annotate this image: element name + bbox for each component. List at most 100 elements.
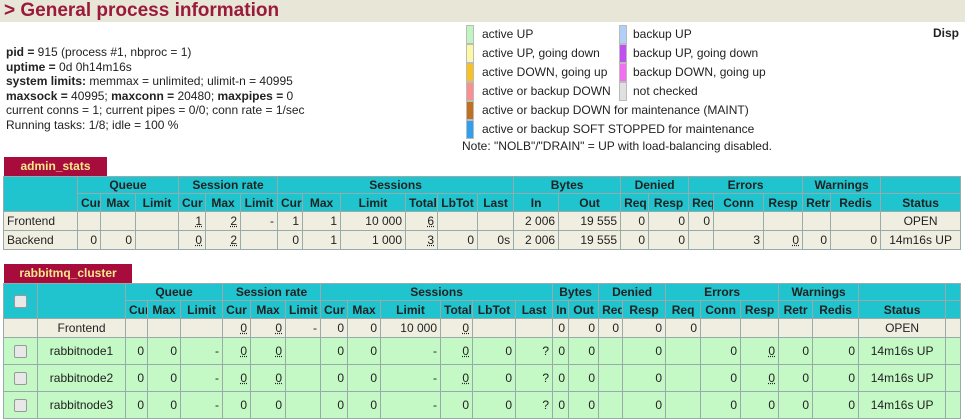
column-header-status[interactable]: Status [858, 300, 947, 319]
group-header-bytes: Bytes [513, 176, 622, 194]
server-checkbox[interactable] [14, 345, 27, 359]
column-header-cur[interactable]: Cur [222, 300, 251, 319]
cell-value: 0 [467, 233, 474, 247]
proxy-tab-rabbitmq-cluster[interactable]: rabbitmq_cluster [4, 264, 132, 283]
column-header-retr[interactable]: Retr [802, 193, 832, 212]
row-checkbox-cell [3, 391, 38, 419]
stat-cell: 0 [147, 337, 181, 365]
column-header-max[interactable]: Max [100, 193, 136, 212]
column-header-req[interactable]: Req [598, 300, 624, 319]
stat-cell: 2 [205, 211, 241, 231]
column-header-limit[interactable]: Limit [380, 300, 441, 319]
stat-cell [514, 318, 554, 338]
column-header-req[interactable]: Req [688, 193, 715, 212]
cell-value: 10 000 [365, 214, 402, 228]
column-header-max[interactable]: Max [250, 300, 286, 319]
column-header-max[interactable]: Max [302, 193, 341, 212]
column-header-lbtot[interactable]: LbTot [437, 193, 478, 212]
cell-value: 0 [275, 321, 282, 335]
cell-value: 0 [370, 344, 377, 358]
column-header-redis[interactable]: Redis [830, 193, 882, 212]
column-header-out[interactable]: Out [568, 300, 600, 319]
maxconn-label: maxconn = [111, 88, 178, 103]
column-header-cur[interactable]: Cur [178, 193, 206, 212]
column-header-retr[interactable]: Retr [778, 300, 814, 319]
stat-cell: 0 [552, 337, 570, 365]
column-header-in[interactable]: In [552, 300, 570, 319]
legend-item: active or backup DOWN for maintenance (M… [466, 101, 749, 120]
proxy-name[interactable]: rabbitnode1 [37, 337, 126, 365]
column-header-req[interactable]: Req [665, 300, 702, 319]
cell-value: 0 [588, 398, 596, 412]
proxy-name[interactable]: Frontend [3, 211, 78, 231]
stat-cell: 0 [622, 391, 667, 419]
column-header-cur[interactable]: Cur [77, 193, 101, 212]
stat-cell [180, 318, 223, 338]
column-header-conn[interactable]: Conn [700, 300, 742, 319]
legend-item: active UP [466, 25, 533, 44]
stat-cell [665, 364, 702, 392]
stat-cell: 19 555 [558, 211, 622, 231]
column-header-redis[interactable]: Redis [812, 300, 860, 319]
stat-cell: 0 [598, 318, 624, 338]
column-header-max[interactable]: Max [347, 300, 381, 319]
cell-value: 0 [195, 233, 202, 247]
stat-cell: 0 [620, 230, 650, 250]
server-checkbox[interactable] [14, 372, 27, 386]
column-header-last[interactable]: Last [476, 193, 515, 212]
status-cell: 14m16s UP [858, 337, 947, 365]
maxconn-value: 20480; [177, 88, 218, 103]
column-header-limit[interactable]: Limit [180, 300, 223, 319]
cell-value: 0 [802, 371, 810, 385]
column-header-resp[interactable]: Resp [648, 193, 690, 212]
legend-label: not checked [633, 84, 698, 98]
stat-cell [598, 364, 624, 392]
column-header-max[interactable]: Max [147, 300, 181, 319]
proxy-name[interactable]: Frontend [37, 318, 126, 338]
stat-cell: 1 [302, 230, 341, 250]
group-header-sessions: Sessions [276, 176, 515, 194]
proxy-tab-admin-stats[interactable]: admin_stats [4, 157, 107, 176]
cell-value: 14m16s UP [870, 344, 934, 358]
stat-cell: - [240, 211, 278, 231]
stat-cell [285, 364, 321, 392]
column-header-last[interactable]: Last [514, 300, 554, 319]
column-header-status[interactable]: Status [880, 193, 962, 212]
cell-value: 0 [240, 371, 247, 385]
column-header-limit[interactable]: Limit [285, 300, 321, 319]
column-header-resp[interactable]: Resp [763, 193, 804, 212]
server-checkbox[interactable] [14, 399, 27, 413]
column-header-req[interactable]: Req [620, 193, 650, 212]
column-header-conn[interactable]: Conn [713, 193, 765, 212]
column-header-limit[interactable]: Limit [240, 193, 278, 212]
column-header-resp[interactable]: Resp [740, 300, 780, 319]
column-header-max[interactable]: Max [205, 193, 241, 212]
column-header-limit[interactable]: Limit [135, 193, 179, 212]
proxy-name[interactable]: rabbitnode2 [37, 364, 126, 392]
status-group-header [858, 283, 947, 301]
stat-cell [476, 211, 515, 231]
stat-cell: 0 [440, 391, 473, 419]
column-header-cur[interactable]: Cur [125, 300, 148, 319]
column-header-total[interactable]: Total [440, 300, 473, 319]
cell-value: 0 [655, 344, 663, 358]
proxy-name[interactable]: Backend [3, 230, 78, 250]
column-header-in[interactable]: In [513, 193, 560, 212]
column-header-cur[interactable]: Cur [320, 300, 348, 319]
column-header-total[interactable]: Total [405, 193, 438, 212]
stat-cell: 0 [437, 230, 478, 250]
stat-cell [125, 318, 148, 338]
cell-value: 0 [678, 214, 686, 228]
column-header-cur[interactable]: Cur [277, 193, 303, 212]
stat-cell: 0 [812, 364, 860, 392]
cell-value: 0 [462, 344, 469, 358]
select-all-checkbox[interactable] [14, 295, 27, 309]
cell-value: 1 000 [371, 233, 402, 247]
column-header-limit[interactable]: Limit [340, 193, 406, 212]
column-header-resp[interactable]: Resp [622, 300, 667, 319]
group-header-session-rate: Session rate [178, 176, 278, 194]
column-header-out[interactable]: Out [558, 193, 622, 212]
stat-cell: 0 [648, 211, 690, 231]
column-header-lbtot[interactable]: LbTot [472, 300, 516, 319]
proxy-name[interactable]: rabbitnode3 [37, 391, 126, 419]
